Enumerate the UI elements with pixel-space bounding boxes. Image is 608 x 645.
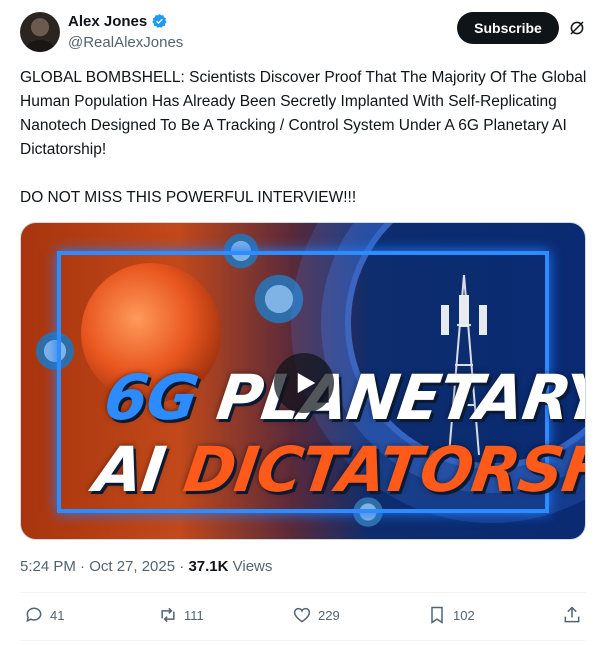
- reply-button[interactable]: 41: [24, 605, 64, 625]
- reply-count: 41: [50, 607, 65, 623]
- post-meta: 5:24 PM · Oct 27, 2025 · 37.1K Views: [20, 558, 272, 575]
- reply-icon: [26, 607, 42, 623]
- views-label: Views: [232, 558, 273, 575]
- play-button[interactable]: [274, 353, 334, 413]
- views-count: 37.1K: [188, 558, 229, 575]
- share-icon: [564, 606, 580, 623]
- post-timestamp[interactable]: 5:24 PM · Oct 27, 2025: [20, 558, 175, 575]
- verified-badge-icon: [152, 14, 167, 28]
- divider: [20, 592, 586, 593]
- author-name[interactable]: Alex Jones: [68, 13, 147, 30]
- play-icon: [297, 373, 316, 393]
- bookmark-button[interactable]: 102: [427, 605, 475, 625]
- media-headline-line-1: 6G PLANETARY: [99, 361, 586, 434]
- meta-separator: ·: [175, 558, 189, 575]
- bookmark-icon: [431, 606, 443, 624]
- like-button[interactable]: 229: [292, 605, 340, 625]
- repost-icon: [161, 607, 175, 623]
- avatar[interactable]: [20, 12, 60, 52]
- author-handle[interactable]: @RealAlexJones: [68, 34, 183, 51]
- repost-button[interactable]: 111: [158, 605, 204, 625]
- bookmark-count: 102: [453, 607, 475, 623]
- author-row: Alex Jones: [68, 13, 168, 30]
- like-count: 229: [318, 607, 340, 623]
- heart-icon: [293, 607, 311, 623]
- post-text: GLOBAL BOMBSHELL: Scientists Discover Pr…: [20, 69, 587, 206]
- divider: [20, 640, 586, 641]
- media-headline-line-2: AI DICTATORSHIP!: [89, 433, 586, 506]
- subscribe-button[interactable]: Subscribe: [457, 12, 559, 44]
- post-media[interactable]: 6G PLANETARY AI DICTATORSHIP!: [20, 222, 586, 540]
- share-button[interactable]: [562, 605, 582, 625]
- repost-count: 111: [184, 607, 204, 623]
- grok-icon[interactable]: [568, 19, 586, 37]
